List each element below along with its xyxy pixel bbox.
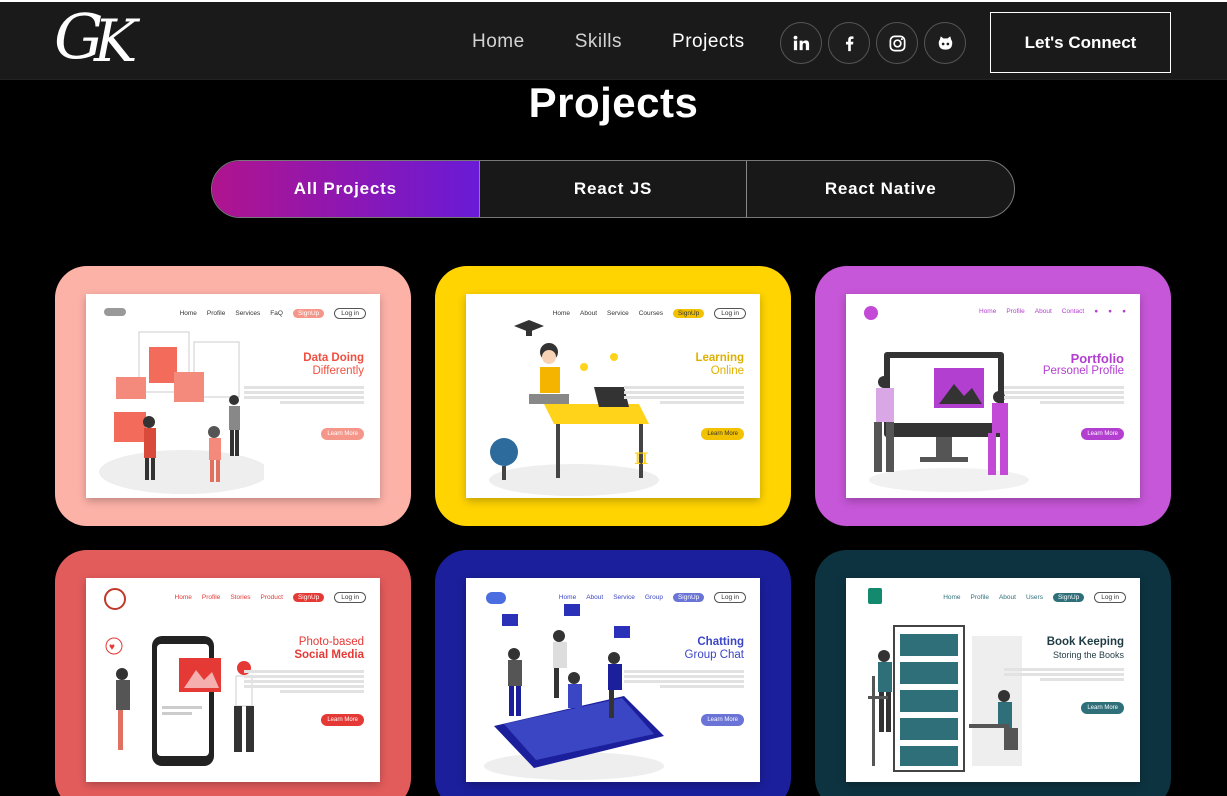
mini-login: Log in	[334, 308, 366, 319]
analytics-illustration	[99, 331, 264, 494]
mini-login: Log in	[714, 308, 746, 319]
card-title: Learning	[695, 352, 744, 364]
card-description-placeholder	[624, 384, 744, 406]
instagram-button[interactable]	[876, 22, 918, 64]
linkedin-icon	[793, 35, 809, 50]
project-screenshot: Home Profile Services FaQ SignUp Log in	[86, 294, 380, 498]
card-subtitle: Online	[710, 365, 744, 377]
card-headline: Portfolio Personel Profile	[1043, 352, 1124, 378]
card-headline: Learning Online	[695, 352, 744, 378]
book-keeping-illustration	[868, 625, 1022, 772]
card-learn-more-button: Learn More	[1081, 702, 1124, 714]
mini-nav-item: FaQ	[270, 310, 283, 317]
mini-facebook-icon: ●	[1108, 308, 1113, 315]
mini-signup: SignUp	[672, 593, 705, 602]
card-subtitle: Group Chat	[684, 649, 744, 661]
project-card[interactable]: Home Profile About Users SignUp Log in B…	[815, 550, 1171, 796]
card-subtitle: Differently	[312, 365, 364, 377]
mini-signup: SignUp	[292, 309, 325, 318]
nav-link-skills[interactable]: Skills	[575, 30, 622, 54]
tab-react-js[interactable]: React JS	[478, 161, 747, 217]
project-card[interactable]: Home About Service Group SignUp Log in C…	[435, 550, 791, 796]
card-description-placeholder	[1004, 666, 1124, 683]
card-learn-more-button: Learn More	[701, 428, 744, 440]
github-button[interactable]	[924, 22, 966, 64]
card-description-placeholder	[624, 668, 744, 690]
instagram-icon	[889, 35, 905, 51]
card-learn-more-button: Learn More	[321, 428, 364, 440]
card-title: Book Keeping	[1046, 636, 1124, 648]
card-title: Photo-based	[298, 636, 364, 648]
card-learn-more-button: Learn More	[321, 714, 364, 726]
project-screenshot: Home Profile About Contact ● ● ● Portfol…	[846, 294, 1140, 498]
card-subtitle: Social Media	[294, 649, 364, 661]
project-card[interactable]: Home About Service Courses SignUp Log in…	[435, 266, 791, 526]
social-links	[780, 22, 972, 64]
github-icon	[938, 35, 952, 50]
logo-letter-k: K	[94, 7, 138, 75]
card-learn-more-button: Learn More	[1081, 428, 1124, 440]
nav-links: Home Skills Projects	[472, 30, 795, 54]
project-tabs: All Projects React JS React Native	[211, 160, 1015, 218]
card-subtitle: Personel Profile	[1042, 365, 1124, 377]
mini-login: Log in	[1094, 592, 1126, 603]
page-title: Projects	[528, 79, 699, 126]
navbar: G K Home Skills Projects Let's Connect	[0, 0, 1227, 79]
facebook-button[interactable]	[828, 22, 870, 64]
card-subtitle: Storing the Books	[1052, 650, 1124, 660]
card-learn-more-button: Learn More	[701, 714, 744, 726]
project-screenshot: Home Profile Stories Product SignUp Log …	[86, 578, 380, 782]
project-screenshot: Home About Service Courses SignUp Log in…	[466, 294, 760, 498]
card-title: Chatting	[697, 636, 744, 648]
card-headline: Photo-based Social Media	[294, 636, 364, 662]
nav-link-home[interactable]: Home	[472, 30, 525, 54]
project-card[interactable]: Home Profile Stories Product SignUp Log …	[55, 550, 411, 796]
card-description-placeholder	[244, 668, 364, 695]
card-description-placeholder	[244, 384, 364, 406]
project-screenshot: Home Profile About Users SignUp Log in B…	[846, 578, 1140, 782]
linkedin-button[interactable]	[780, 22, 822, 64]
tab-all-projects[interactable]: All Projects	[212, 161, 479, 217]
card-headline: Data Doing Differently	[303, 352, 364, 378]
mini-instagram-icon: ●	[1122, 308, 1126, 315]
card-headline: Book Keeping Storing the Books	[1047, 636, 1124, 662]
mini-login: Log in	[714, 592, 746, 603]
project-card[interactable]: Home Profile About Contact ● ● ● Portfol…	[815, 266, 1171, 526]
facebook-icon	[845, 35, 853, 51]
svg-text:♥: ♥	[109, 642, 115, 653]
mini-signup: SignUp	[292, 593, 325, 602]
tab-react-native[interactable]: React Native	[746, 161, 1014, 217]
mini-signup: SignUp	[1052, 593, 1085, 602]
logo[interactable]: G K	[54, 6, 158, 76]
mini-login: Log in	[334, 592, 366, 603]
mini-nav-item: Contact	[1061, 308, 1085, 315]
mini-signup: SignUp	[672, 309, 705, 318]
nav-link-projects[interactable]: Projects	[672, 30, 745, 54]
lets-connect-button[interactable]: Let's Connect	[990, 12, 1171, 73]
card-headline: Chatting Group Chat	[685, 636, 744, 662]
svg-text:π: π	[634, 445, 648, 470]
card-description-placeholder	[1004, 384, 1124, 406]
project-screenshot: Home About Service Group SignUp Log in C…	[466, 578, 760, 782]
project-card[interactable]: Home Profile Services FaQ SignUp Log in	[55, 266, 411, 526]
card-title: Data Doing	[303, 352, 364, 364]
card-title: Portfolio	[1070, 351, 1124, 366]
mini-github-icon: ●	[1094, 308, 1099, 315]
